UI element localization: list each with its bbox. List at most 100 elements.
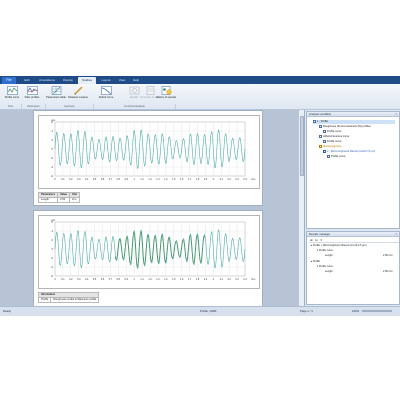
tab-view[interactable]: View: [116, 77, 128, 84]
expand-icon[interactable]: ⊞: [310, 238, 313, 242]
export-icon[interactable]: ⇪: [320, 238, 323, 242]
workflow-node[interactable]: 1 - Profile: [313, 120, 395, 125]
table-cell: Roughness profile & Waviness profile: [50, 297, 100, 303]
result-row[interactable]: ▾ Profile curve: [317, 265, 333, 269]
result-row[interactable]: ▾ Profile curve: [317, 249, 333, 253]
parameters-table: Parameters Value Unit Length 2.50 mm: [37, 192, 80, 203]
x-tick-label: 1.2: [148, 278, 152, 281]
x-tick-label: 0.8: [117, 178, 121, 181]
status-bar: Ready Profile | 2084 Page 1 / 1 100%: [0, 306, 400, 316]
filter-profiles-button[interactable]: Filter profiles: [22, 85, 42, 104]
result-row[interactable]: ▸ Profile > Microroughness filtered (cut…: [311, 244, 367, 248]
result-row[interactable]: Length: [325, 270, 333, 274]
analysis-workflow-panel: Analysis workflow × 1 - Profile Roughnes…: [306, 111, 400, 229]
chart-frame-2: µm 6 4 2 0 -2 -4 -6 0 0.1 0.2 0.3 0.4 0.5 0.6 0.7 0.8 0.9…: [38, 215, 260, 289]
x-tick-label: 1.1: [140, 278, 144, 281]
x-tick-label: 2.2: [228, 178, 232, 181]
summary-icon: [146, 86, 154, 95]
result-label: Profile: [312, 260, 321, 263]
profile-chart-2: µm6420-2-4-60 0.1 0.2 0.3 0.4 0.5 0.6 0.7 0.8 0.9…: [51, 218, 256, 281]
y-tick-label: 2: [52, 238, 54, 242]
workflow-node[interactable]: Profile curve: [327, 155, 345, 159]
y-tick-label: -2: [51, 156, 54, 160]
study-icon: [327, 155, 330, 158]
history-operation-label: History of operation: [156, 96, 176, 99]
profile-curve-button[interactable]: Profile curve: [2, 85, 22, 104]
x-tick-label: 2.1: [220, 278, 224, 281]
ribbon: Profile curve Filter profiles Parameters…: [0, 84, 400, 110]
y-tick-label: 0: [52, 147, 54, 151]
filter-icon: [26, 86, 38, 95]
ribbon-tab-bar: File Edit Annotations Display Studies La…: [0, 76, 400, 84]
distance-measurement-button[interactable]: Distance measurement: [68, 85, 88, 104]
chart-frame-1: µm 6 4 2 0 -2 -4 -6 0 0.1 0.2 0.3 0.4 0.5 0.6 0.7 0.8 0.9…: [38, 115, 260, 189]
workflow-node[interactable]: Abbott-Firestone curve: [319, 135, 349, 139]
result-label: Profile > Microroughness filtered (cut-o…: [312, 244, 367, 247]
x-tick-label: 1.4: [164, 278, 168, 281]
zoom-level[interactable]: 100%: [352, 307, 359, 316]
tab-help[interactable]: Help: [130, 77, 142, 84]
x-tick-label: 2.1: [220, 178, 224, 181]
group-parameters: Parameters: [22, 104, 46, 109]
x-tick-label: 2.4: [243, 178, 247, 181]
panel-title-text: Analysis workflow: [309, 112, 332, 116]
x-tick-label: 0.6: [101, 178, 105, 181]
table-cell: mm: [68, 197, 80, 203]
collapse-icon[interactable]: ⊟: [315, 238, 318, 242]
document-area: µm 6 4 2 0 -2 -4 -6 0 0.1 0.2 0.3 0.4 0.5 0.6 0.7 0.8 0.9…: [0, 110, 304, 308]
x-tick-label: 2.3: [235, 278, 239, 281]
x-tick-label: 1.8: [196, 178, 200, 181]
workflow-node[interactable]: Microroughness: [319, 145, 341, 149]
report-page-2: µm 6 4 2 0 -2 -4 -6 0 0.1 0.2 0.3 0.4 0.5 0.6 0.7 0.8 0.9…: [33, 210, 263, 308]
distance-measure-icon: [73, 86, 82, 95]
zoom-slider[interactable]: [362, 310, 392, 312]
result-value: 2.50 mm: [383, 254, 393, 257]
result-row[interactable]: Length: [325, 254, 333, 258]
workflow-node[interactable]: Profile curve: [323, 130, 341, 134]
study-icon: [319, 135, 322, 138]
history-operation-button[interactable]: History of operation: [156, 85, 176, 104]
right-panel: Analysis workflow × 1 - Profile Roughnes…: [304, 110, 400, 306]
workflow-node-label: Abbott-Firestone curve: [323, 135, 350, 139]
parameters-table-icon: [51, 86, 61, 95]
abbott-curve-button[interactable]: Abbott curve: [96, 85, 116, 104]
workflow-node[interactable]: Profile curve: [323, 140, 341, 144]
x-tick-label: 0.3: [77, 278, 81, 281]
tab-display[interactable]: Display: [60, 77, 76, 84]
workflow-node-label: Profile curve: [331, 155, 346, 159]
result-row[interactable]: ▸ Profile: [311, 260, 320, 264]
x-tick-label: 0.4: [85, 278, 89, 281]
workflow-node[interactable]: Roughness (R) and waviness (W) profiles: [319, 125, 371, 129]
profile-curve-icon: [6, 86, 18, 95]
y-tick-label: 2: [52, 138, 54, 142]
result-label: Profile curve: [318, 249, 333, 252]
x-tick-label: 1.9: [204, 178, 208, 181]
study-icon: [323, 150, 326, 153]
y-tick-label: -4: [51, 265, 54, 269]
workflow-node-label: Profile curve: [327, 140, 342, 144]
tab-annotations[interactable]: Annotations: [36, 77, 58, 84]
distance-measurement-label: Distance measurement: [68, 96, 88, 99]
x-tick-label: 1.3: [156, 178, 160, 181]
close-icon[interactable]: ×: [395, 232, 397, 237]
x-tick-label: 0.1: [61, 178, 65, 181]
panel-title-text: Results manager: [309, 232, 331, 236]
close-icon[interactable]: ×: [395, 112, 397, 117]
tab-layout[interactable]: Layout: [98, 77, 114, 84]
x-tick-label: 1.7: [188, 278, 192, 281]
x-tick-label: 1.7: [188, 178, 192, 181]
table-header-cell: Parameters: [37, 192, 59, 198]
workflow-node-label: Profile curve: [327, 130, 342, 134]
tab-studies[interactable]: Studies: [78, 77, 96, 84]
identify-icon: [129, 86, 139, 95]
parameters-table-button[interactable]: Parameters table: [46, 85, 66, 104]
table-row: Profile Roughness profile & Waviness pro…: [37, 297, 100, 303]
workflow-node[interactable]: 2 - Microroughness filtered (cutoff 2.5 …: [323, 150, 375, 154]
workflow-node-label: 2 - Microroughness filtered (cutoff 2.5 …: [327, 150, 376, 154]
parameters-table-label: Parameters table: [46, 96, 66, 99]
file-tab[interactable]: File: [2, 77, 16, 84]
panel-title: Results manager ×: [307, 232, 399, 237]
tab-edit[interactable]: Edit: [20, 77, 34, 84]
x-tick-label: 0: [54, 278, 56, 281]
x-tick-label: 2.4: [243, 278, 247, 281]
